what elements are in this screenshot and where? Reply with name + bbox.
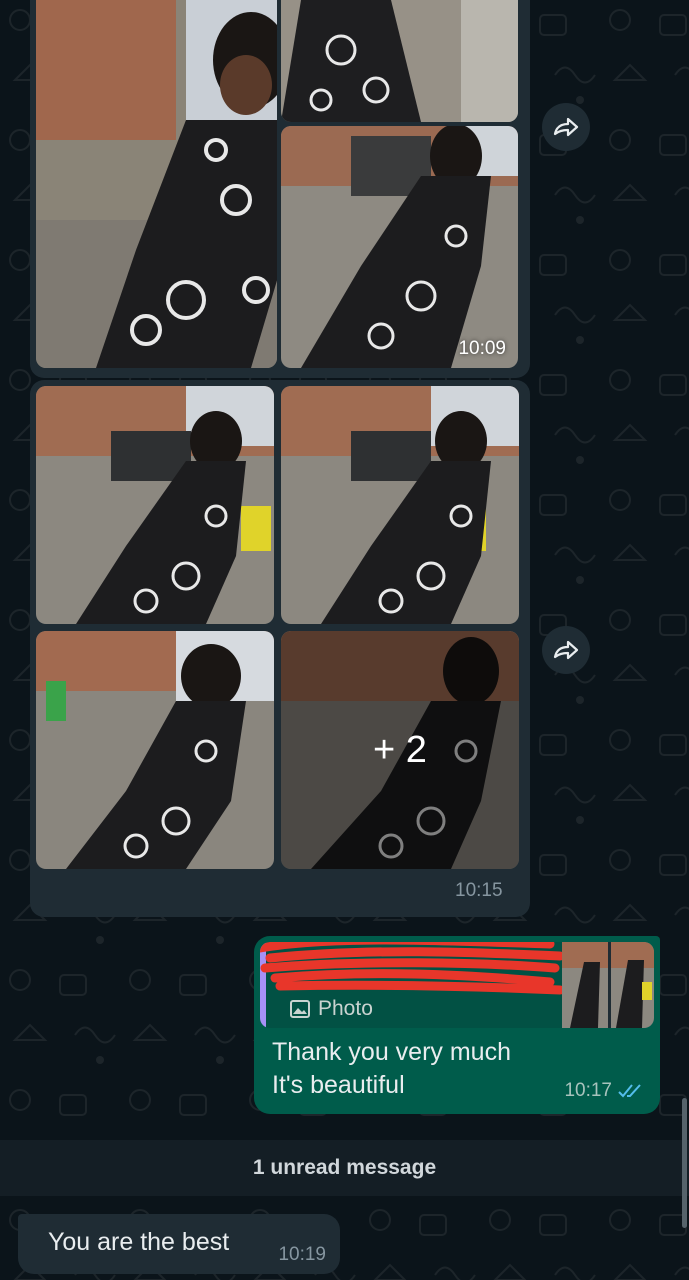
redaction-scribble <box>260 942 565 995</box>
quoted-type-label: Photo <box>318 997 373 1020</box>
quoted-type: Photo <box>290 997 373 1021</box>
forward-icon <box>553 640 579 660</box>
forward-button-1[interactable] <box>542 103 590 151</box>
forward-icon <box>553 117 579 137</box>
album-1-photo-3[interactable]: 10:09 <box>281 126 518 368</box>
album-1-photo-2[interactable] <box>281 0 518 122</box>
album-2-photo-3[interactable] <box>36 631 274 869</box>
outgoing-text: Thank you very much It's beautiful <box>272 1036 511 1102</box>
album-2-photo-2[interactable] <box>281 386 519 624</box>
incoming-text-message[interactable]: You are the best 10:19 <box>18 1214 340 1274</box>
incoming-text: You are the best <box>48 1228 230 1256</box>
incoming-time: 10:19 <box>278 1244 326 1265</box>
more-photos-overlay[interactable]: + 2 <box>281 631 519 869</box>
quoted-thumbnail <box>562 942 654 1028</box>
album-2-time: 10:15 <box>455 880 503 901</box>
unread-banner-text: 1 unread message <box>252 1156 437 1179</box>
album-2-photo-1[interactable] <box>36 386 274 624</box>
album-1-photo-1[interactable] <box>36 0 277 368</box>
photo-icon <box>290 1000 310 1018</box>
quoted-message[interactable]: Photo <box>260 942 654 1028</box>
album-1-time: 10:09 <box>458 338 506 359</box>
forward-button-2[interactable] <box>542 626 590 674</box>
unread-messages-banner: 1 unread message <box>0 1140 689 1196</box>
album-2-photo-4[interactable]: + 2 <box>281 631 519 869</box>
outgoing-text-line-1: Thank you very much <box>272 1038 511 1066</box>
outgoing-reply-message[interactable]: Photo Thank you very much It's beautiful… <box>254 936 660 1114</box>
double-check-icon <box>618 1084 641 1098</box>
outgoing-text-line-2: It's beautiful <box>272 1071 405 1099</box>
outgoing-time: 10:17 <box>564 1080 612 1101</box>
scrollbar[interactable] <box>682 1098 687 1228</box>
outgoing-meta: 10:17 <box>564 1080 644 1102</box>
